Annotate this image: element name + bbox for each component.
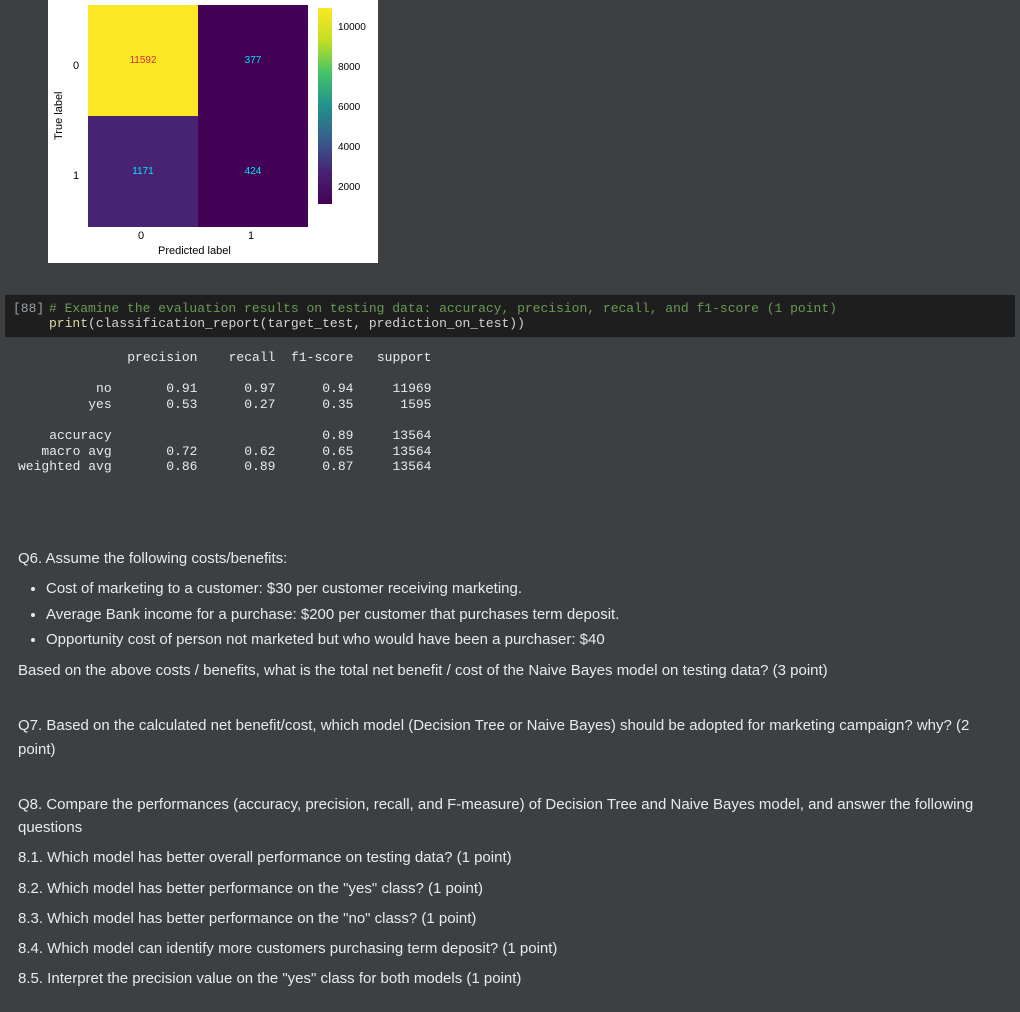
cb-tick-8000: 8000 xyxy=(338,62,360,73)
x-tick-0: 0 xyxy=(138,230,144,242)
cb-tick-6000: 6000 xyxy=(338,102,360,113)
q6-prompt: Based on the above costs / benefits, wha… xyxy=(18,659,1008,682)
q7: Q7. Based on the calculated net benefit/… xyxy=(18,714,1008,761)
y-tick-1: 1 xyxy=(73,170,79,182)
code-content[interactable]: # Examine the evaluation results on test… xyxy=(49,301,837,331)
heatmap-grid: 11592 377 1171 424 xyxy=(88,5,308,227)
q8-4: 8.4. Which model can identify more custo… xyxy=(18,937,1008,960)
q8-3: 8.3. Which model has better performance … xyxy=(18,907,1008,930)
cell-0-0: 11592 xyxy=(88,5,198,116)
x-axis-label: Predicted label xyxy=(158,245,231,257)
q8-2: 8.2. Which model has better performance … xyxy=(18,877,1008,900)
markdown-cell: Q6. Assume the following costs/benefits:… xyxy=(18,540,1008,998)
cb-tick-2000: 2000 xyxy=(338,182,360,193)
q8-1: 8.1. Which model has better overall perf… xyxy=(18,846,1008,869)
q6-bullets: Cost of marketing to a customer: $30 per… xyxy=(46,577,1008,651)
cell-1-0: 1171 xyxy=(88,116,198,227)
cb-tick-10000: 10000 xyxy=(338,22,366,33)
q6-bullet-1: Cost of marketing to a customer: $30 per… xyxy=(46,577,1008,600)
q8-title: Q8. Compare the performances (accuracy, … xyxy=(18,793,1008,840)
confusion-matrix-chart: 11592 377 1171 424 0 1 0 1 Predicted lab… xyxy=(48,0,378,263)
q8-5: 8.5. Interpret the precision value on th… xyxy=(18,967,1008,990)
q6-title: Q6. Assume the following costs/benefits: xyxy=(18,547,1008,570)
q6-bullet-3: Opportunity cost of person not marketed … xyxy=(46,628,1008,651)
cell-0-1: 377 xyxy=(198,5,308,116)
q6-bullet-2: Average Bank income for a purchase: $200… xyxy=(46,603,1008,626)
cb-tick-4000: 4000 xyxy=(338,142,360,153)
y-tick-0: 0 xyxy=(73,60,79,72)
cell-prompt: [88] xyxy=(13,301,49,316)
y-axis-label: True label xyxy=(53,91,65,140)
cell-1-1: 424 xyxy=(198,116,308,227)
colorbar xyxy=(318,8,332,204)
classification-report-output: precision recall f1-score support no 0.9… xyxy=(18,350,431,475)
x-tick-1: 1 xyxy=(248,230,254,242)
code-cell[interactable]: [88] # Examine the evaluation results on… xyxy=(5,295,1015,337)
